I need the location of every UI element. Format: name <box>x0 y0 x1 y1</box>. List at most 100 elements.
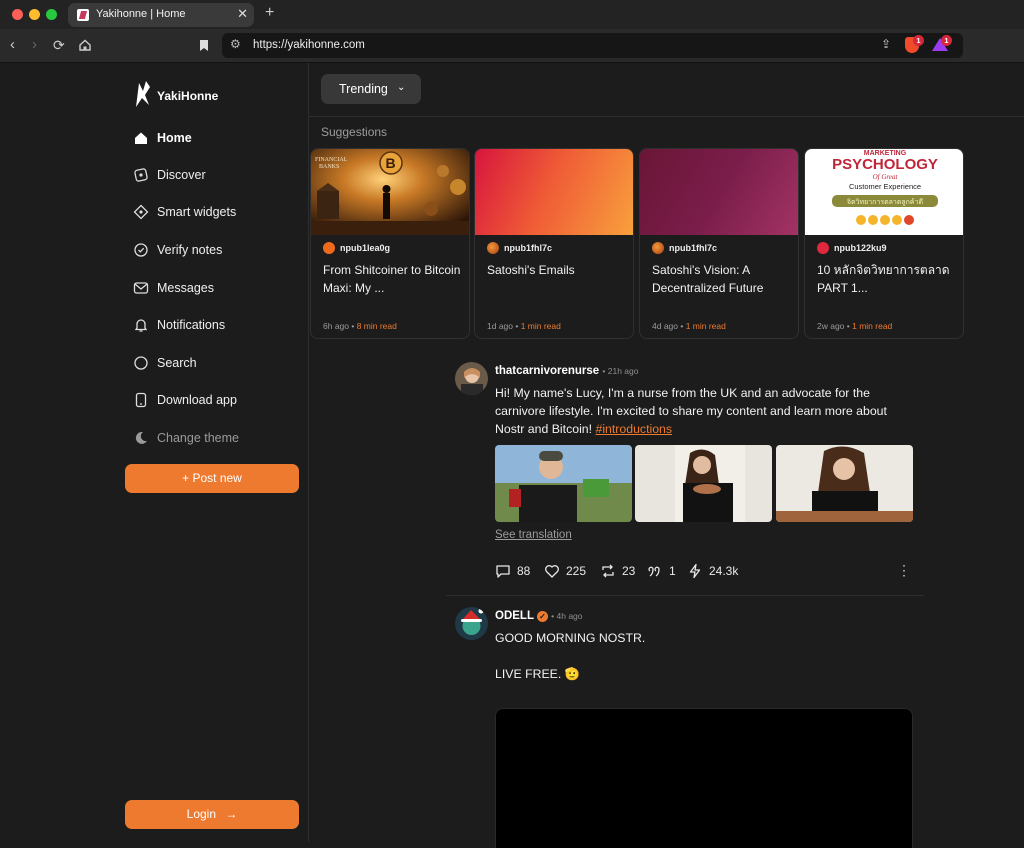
note-post[interactable]: thatcarnivorenurse • 21h ago Hi! My name… <box>446 362 926 592</box>
post-content: Hi! My name's Lucy, I'm a nurse from the… <box>495 384 915 438</box>
discover-icon <box>134 168 148 182</box>
avatar[interactable] <box>455 362 488 395</box>
see-translation-link[interactable]: See translation <box>495 529 572 541</box>
sidebar-item-label: Verify notes <box>157 243 223 257</box>
home-icon <box>135 132 147 144</box>
sidebar-item-smart-widgets[interactable]: Smart widgets <box>133 201 303 225</box>
post-author[interactable]: thatcarnivorenurse • 21h ago <box>495 365 638 377</box>
suggestion-card[interactable]: B FINANCIAL BANKS npub1lea0g From Shitco… <box>310 148 470 339</box>
browser-tab[interactable]: Yakihonne | Home ✕ <box>68 3 254 27</box>
search-icon <box>134 356 148 370</box>
post-content: GOOD MORNING NOSTR. LIVE FREE. 🫡 <box>495 629 915 683</box>
more-options-icon[interactable]: ⋮ <box>897 563 911 577</box>
card-author-name: npub1fhl7c <box>504 243 553 253</box>
card-meta: 4d ago • 1 min read <box>652 321 726 331</box>
user-avatar-image <box>455 362 488 395</box>
avatar <box>487 242 499 254</box>
yakihonne-logo-icon <box>136 81 150 107</box>
post-image[interactable] <box>776 445 913 522</box>
suggestion-card[interactable]: npub1fhl7c Satoshi's Emails 1d ago • 1 m… <box>474 148 634 339</box>
post-text-line: GOOD MORNING NOSTR. <box>495 631 646 645</box>
heart-icon <box>545 565 559 578</box>
card-meta: 6h ago • 8 min read <box>323 321 397 331</box>
sidebar-item-home[interactable]: Home <box>133 127 303 151</box>
post-time: 21h ago <box>607 366 639 376</box>
card-title: 10 หลักจิตวิทยาการตลาด PART 1... <box>817 263 950 295</box>
avatar <box>323 242 335 254</box>
card-read-time: 1 min read <box>520 321 561 331</box>
smart-widgets-icon <box>133 204 149 220</box>
sidebar-item-label: Home <box>157 131 192 145</box>
phone-icon <box>135 392 147 408</box>
card-image-gradient <box>640 149 798 235</box>
home-page-icon[interactable] <box>78 38 92 52</box>
card-title: Satoshi's Emails <box>487 263 575 277</box>
sidebar-item-download-app[interactable]: Download app <box>133 389 303 413</box>
post-image-gallery <box>495 445 913 522</box>
post-author[interactable]: ODELL ✓ • 4h ago <box>495 610 583 622</box>
sidebar-item-change-theme[interactable]: Change theme <box>133 427 303 451</box>
sidebar-item-verify-notes[interactable]: Verify notes <box>133 239 303 263</box>
avatar <box>817 242 829 254</box>
suggestion-card[interactable]: npub1fhl7c Satoshi's Vision: A Decentral… <box>639 148 799 339</box>
sidebar-item-search[interactable]: Search <box>133 352 303 376</box>
card-image-of-text: Of Great <box>873 173 899 181</box>
sidebar-item-notifications[interactable]: Notifications <box>133 314 303 338</box>
maximize-window-button[interactable] <box>46 9 57 20</box>
avatar[interactable] <box>455 607 488 640</box>
trending-dropdown[interactable]: Trending ⌄ <box>321 74 421 104</box>
card-author-name: npub1fhl7c <box>669 243 718 253</box>
card-image-banner-text: จิตวิทยาการตลาดลูกค้าดี <box>847 198 923 206</box>
sidebar-item-messages[interactable]: Messages <box>133 277 303 301</box>
post-image[interactable] <box>495 445 632 522</box>
svg-text:FINANCIAL: FINANCIAL <box>315 157 348 163</box>
post-image[interactable] <box>635 445 772 522</box>
sidebar-item-discover[interactable]: Discover <box>133 164 303 188</box>
trending-label: Trending <box>339 82 388 96</box>
comment-icon <box>496 565 510 578</box>
repost-count: 23 <box>622 564 636 578</box>
post-time: 4h ago <box>556 611 583 621</box>
quote-icon <box>648 566 660 577</box>
share-icon[interactable]: ⇪ <box>881 37 891 51</box>
card-image-marketing: MARKETING PSYCHOLOGY Of Great Customer E… <box>805 149 963 235</box>
chevron-down-icon: ⌄ <box>397 82 406 93</box>
bookmark-icon[interactable] <box>199 39 209 52</box>
sidebar-item-label: Search <box>157 356 197 370</box>
favicon-icon <box>77 9 89 21</box>
feed-header: Trending ⌄ <box>309 63 1024 117</box>
post-author-name: ODELL <box>495 610 534 622</box>
bell-icon <box>134 319 148 332</box>
card-read-time: 1 min read <box>685 321 726 331</box>
video-player[interactable] <box>495 708 913 848</box>
card-read-time: 1 min read <box>852 321 893 331</box>
repost-icon <box>602 564 614 578</box>
back-icon[interactable]: ‹ <box>10 36 15 54</box>
address-bar[interactable]: ⚙ https://yakihonne.com ⇪ 1 1 <box>222 33 963 58</box>
forward-icon[interactable]: › <box>32 36 37 54</box>
suggestion-card[interactable]: MARKETING PSYCHOLOGY Of Great Customer E… <box>804 148 964 339</box>
card-title: Satoshi's Vision: A Decentralized Future <box>652 263 764 295</box>
site-settings-icon[interactable]: ⚙ <box>230 37 241 51</box>
note-post[interactable]: ODELL ✓ • 4h ago GOOD MORNING NOSTR. LIV… <box>446 607 926 848</box>
left-sidebar: YakiHonne Home Discover Smart widgets Ve… <box>0 63 309 842</box>
card-author-name: npub122ku9 <box>834 243 887 253</box>
hashtag-link[interactable]: #introductions <box>595 422 672 436</box>
like-count: 225 <box>566 564 587 578</box>
card-author-name: npub1lea0g <box>340 243 391 253</box>
login-button[interactable]: Login → <box>125 800 299 829</box>
new-tab-icon[interactable]: + <box>265 4 274 22</box>
messages-icon <box>133 282 149 294</box>
main-feed: Trending ⌄ Suggestions B FINANCIAL BANKS… <box>309 63 1024 848</box>
card-time: 6h ago <box>323 321 349 331</box>
close-window-button[interactable] <box>12 9 23 20</box>
verify-notes-icon <box>134 243 148 257</box>
close-tab-icon[interactable]: ✕ <box>237 6 248 22</box>
card-time: 2w ago <box>817 321 845 331</box>
post-new-button[interactable]: + Post new <box>125 464 299 493</box>
brand-name: YakiHonne <box>157 89 219 103</box>
card-title: From Shitcoiner to Bitcoin Maxi: My ... <box>323 263 461 295</box>
reload-icon[interactable]: ⟳ <box>53 36 65 54</box>
card-meta: 1d ago • 1 min read <box>487 321 561 331</box>
minimize-window-button[interactable] <box>29 9 40 20</box>
